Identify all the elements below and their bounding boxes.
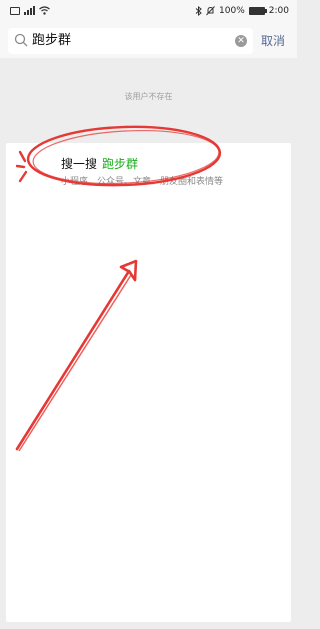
clock-time: 2:00 (268, 6, 289, 16)
mute-icon (206, 6, 215, 16)
search-one-prefix: 搜一搜 (61, 157, 98, 171)
signal-icon (24, 6, 35, 15)
status-right: 100% 2:00 (195, 6, 289, 16)
sim-icon (10, 6, 20, 15)
search-one-keyword: 跑步群 (102, 157, 139, 171)
clear-icon[interactable]: ✕ (235, 35, 247, 47)
no-result-message: 该用户不存在 (124, 92, 173, 101)
wifi-icon (39, 6, 50, 15)
bluetooth-icon (195, 6, 202, 16)
search-icon (14, 33, 28, 47)
search-bar: 跑步群 ✕ 取消 (0, 24, 297, 58)
cancel-button[interactable]: 取消 (261, 28, 285, 54)
no-result-panel: 该用户不存在 (0, 58, 297, 130)
tap-indicator-icon (16, 150, 30, 183)
battery-icon (248, 7, 267, 15)
search-one-card[interactable]: 搜一搜 跑步群 小程序、公众号、文章、朋友圈和表情等 (6, 143, 291, 622)
search-input[interactable]: 跑步群 (32, 28, 71, 54)
status-left (10, 6, 50, 15)
battery-percent: 100% (219, 6, 245, 16)
search-one-subtitle: 小程序、公众号、文章、朋友圈和表情等 (61, 177, 224, 187)
search-one-title: 搜一搜 跑步群 (61, 155, 138, 172)
search-box[interactable]: 跑步群 ✕ (8, 28, 253, 54)
status-bar: 100% 2:00 (0, 0, 297, 24)
